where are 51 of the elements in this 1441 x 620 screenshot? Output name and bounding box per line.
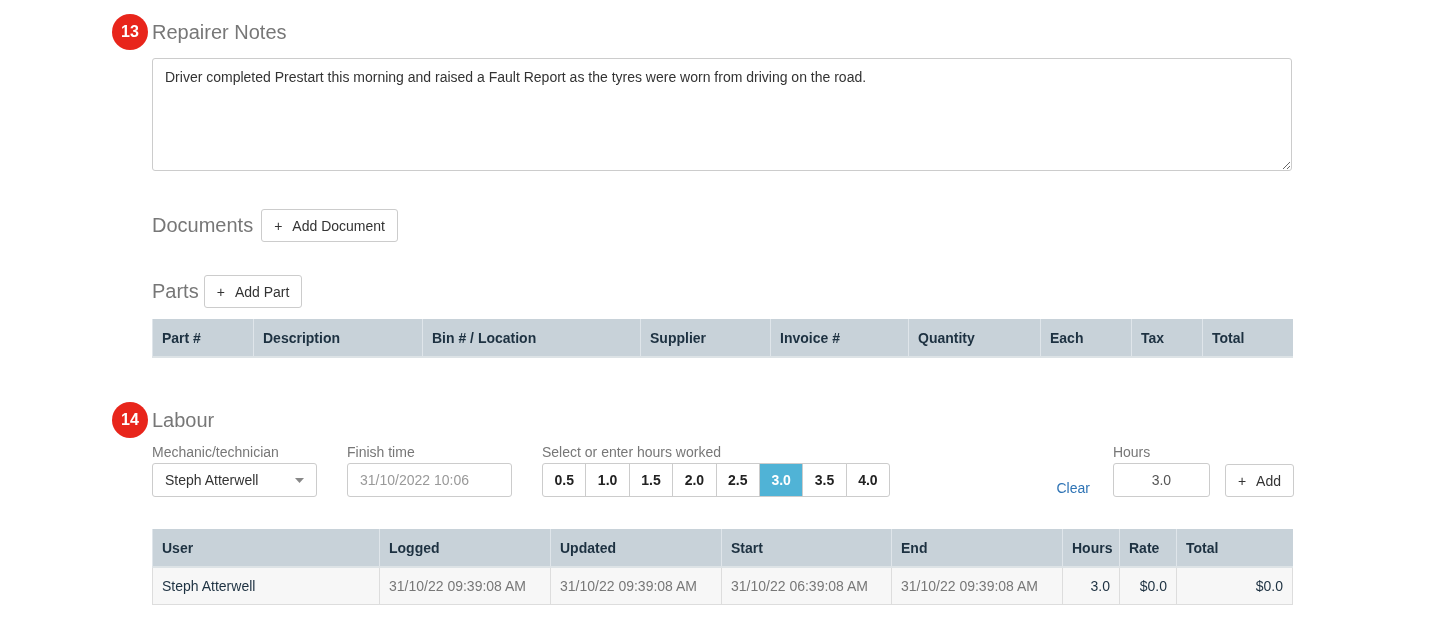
field-label: Finish time xyxy=(347,444,416,460)
field-label: Select or enter hours worked xyxy=(542,444,722,460)
hours-option[interactable]: 2.0 xyxy=(672,463,717,497)
table-cell: $0.0 xyxy=(1176,567,1293,605)
table-cell: 31/10/22 06:39:08 AM xyxy=(721,567,892,605)
hours-input[interactable]: 3.0 xyxy=(1112,463,1210,497)
column-header: Total xyxy=(1176,529,1293,567)
notes-textarea[interactable]: Driver completed Prestart this morning and raised a Fault Report as the tyres were worn from driving on the road. xyxy=(152,58,1292,171)
hours-option[interactable]: 1.5 xyxy=(628,463,674,497)
table-cell: $0.0 xyxy=(1119,567,1177,605)
column-header: Updated xyxy=(550,529,722,567)
caret-icon xyxy=(295,477,304,483)
table-cell: 3.0 xyxy=(1062,567,1120,605)
table-cell: 31/10/22 09:39:08 AM xyxy=(550,567,722,605)
hours-option[interactable]: 3.5 xyxy=(802,463,847,497)
table-cell: 31/10/22 09:39:08 AM xyxy=(379,567,551,605)
column-header: User xyxy=(152,529,380,567)
column-header: Logged xyxy=(379,529,551,567)
column-header: Supplier xyxy=(640,319,771,357)
hours-option[interactable]: 4.0 xyxy=(845,463,891,497)
column-header: Tax xyxy=(1131,319,1203,357)
add-part-button[interactable]: + Add Part xyxy=(203,275,303,308)
column-header: Bin # / Location xyxy=(422,319,641,357)
add-button[interactable]: + Add xyxy=(1224,464,1294,497)
section-title: Documents xyxy=(152,214,254,237)
finish-time-input[interactable]: 31/10/2022 10:06 xyxy=(347,463,512,497)
table-cell: 31/10/22 09:39:08 AM xyxy=(891,567,1063,605)
column-header: Hours xyxy=(1062,529,1120,567)
field-label: Hours xyxy=(1112,444,1152,460)
column-header: Start xyxy=(721,529,892,567)
hours-option[interactable]: 0.5 xyxy=(542,463,587,497)
step-number-badge: 13 xyxy=(112,14,148,50)
section-title: Parts xyxy=(152,280,199,303)
field-label: Mechanic/technician xyxy=(152,444,280,460)
table-cell: Steph Atterwell xyxy=(152,567,380,605)
column-header: Rate xyxy=(1119,529,1177,567)
column-header: Invoice # xyxy=(770,319,909,357)
clear-link[interactable]: Clear xyxy=(1056,480,1090,496)
hours-option[interactable]: 2.5 xyxy=(715,463,760,497)
step-number-badge: 14 xyxy=(112,402,148,438)
add-document-button[interactable]: + Add Document xyxy=(261,209,398,242)
column-header: End xyxy=(891,529,1063,567)
section-title: Labour xyxy=(152,408,215,432)
section-title: Repairer Notes xyxy=(152,20,287,44)
column-header: Description xyxy=(253,319,423,357)
hours-option[interactable]: 1.0 xyxy=(585,463,630,497)
column-header: Each xyxy=(1040,319,1132,357)
column-header: Total xyxy=(1202,319,1293,357)
mechanic-select[interactable]: Steph Atterwell xyxy=(152,463,317,497)
column-header: Quantity xyxy=(908,319,1041,357)
column-header: Part # xyxy=(152,319,254,357)
